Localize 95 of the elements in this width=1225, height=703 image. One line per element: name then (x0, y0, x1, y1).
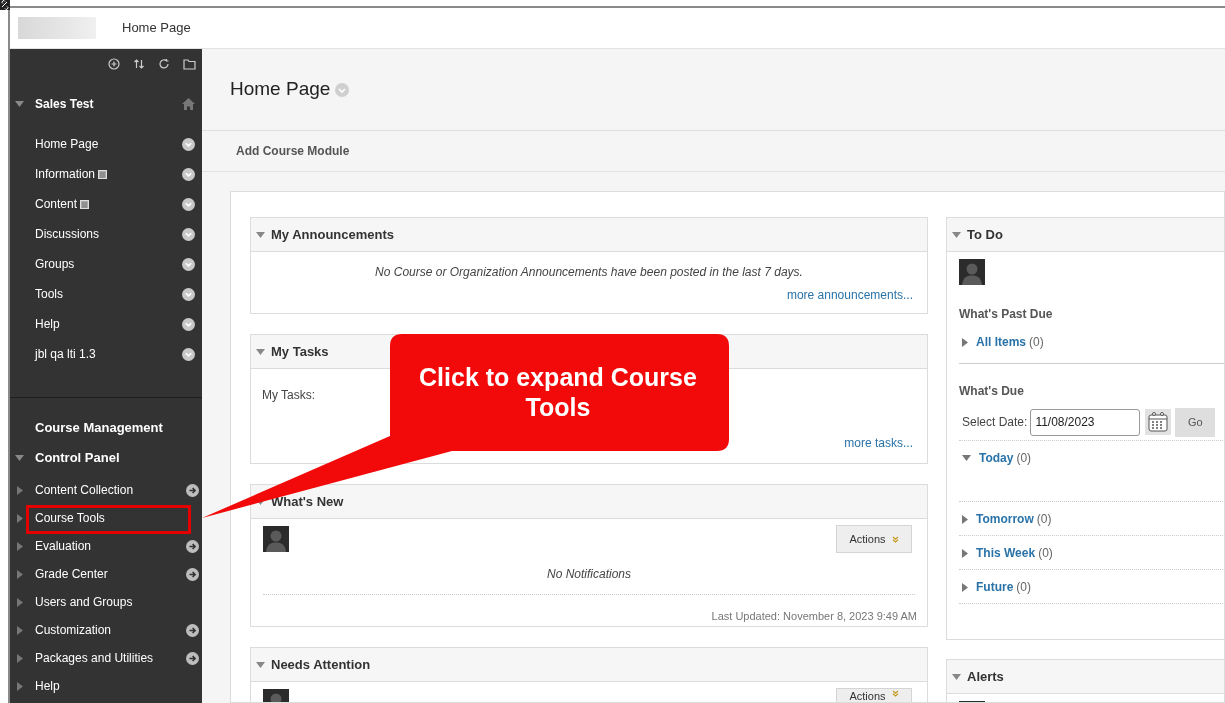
item-count: (0) (1029, 334, 1044, 351)
avatar-icon (959, 259, 985, 285)
arrow-circle-icon[interactable] (186, 483, 199, 497)
calendar-icon[interactable] (1145, 409, 1172, 435)
go-button[interactable]: Go (1175, 407, 1216, 437)
collapse-triangle-icon[interactable] (15, 455, 24, 461)
refresh-icon[interactable] (158, 58, 170, 70)
control-panel-item[interactable]: Packages and Utilities (35, 649, 154, 667)
callout-text: Click to expand Course Tools (418, 362, 698, 422)
due-group-link[interactable]: Today (979, 449, 1014, 467)
collapse-triangle-icon[interactable] (962, 455, 971, 461)
actions-button[interactable]: Actions (836, 525, 912, 553)
control-panel-item[interactable]: Grade Center (35, 565, 108, 583)
item-count: (0) (1016, 450, 1032, 467)
control-panel-item[interactable]: Users and Groups (35, 593, 133, 611)
add-module-button[interactable]: Add Course Module (236, 142, 350, 160)
module-title[interactable]: My Announcements (271, 224, 395, 245)
double-chevron-icon (891, 690, 899, 697)
breadcrumb-text[interactable]: Home Page (122, 18, 191, 38)
menu-chevron-icon[interactable] (182, 137, 195, 151)
arrow-circle-icon[interactable] (186, 567, 199, 581)
module-title[interactable]: To Do (967, 224, 1003, 245)
course-menu-item[interactable]: Help (35, 315, 60, 333)
menu-chevron-icon[interactable] (182, 257, 195, 271)
date-field[interactable]: 11/08/2023 (1030, 408, 1141, 436)
menu-chevron-icon[interactable] (182, 347, 195, 361)
module-title[interactable]: Alerts (967, 666, 1004, 687)
more-link[interactable]: more tasks... (844, 434, 913, 452)
expand-triangle-icon[interactable] (962, 582, 968, 592)
due-group-link[interactable]: Tomorrow (976, 510, 1034, 528)
empty-message: No Notifications (545, 566, 632, 583)
course-menu-item[interactable]: Information (35, 165, 96, 183)
arrow-circle-icon[interactable] (186, 539, 199, 553)
tasks-label: My Tasks: (262, 387, 317, 404)
course-title[interactable]: Sales Test (35, 95, 182, 113)
due-group-link[interactable]: Future (976, 578, 1014, 596)
add-icon[interactable] (108, 58, 120, 70)
due-group-link[interactable]: All Items (976, 333, 1026, 351)
module-title[interactable]: What's New (271, 491, 344, 512)
control-panel-item[interactable]: Customization (35, 621, 112, 639)
control-panel-item[interactable]: Course Tools (35, 509, 105, 527)
arrow-circle-icon[interactable] (186, 651, 199, 665)
expand-triangle-icon[interactable] (17, 653, 23, 663)
course-menu-item[interactable]: Discussions (35, 225, 100, 243)
menu-chevron-icon[interactable] (182, 227, 195, 241)
double-chevron-icon (891, 535, 899, 543)
expand-triangle-icon[interactable] (962, 548, 968, 558)
menu-chevron-icon[interactable] (182, 317, 195, 331)
expand-triangle-icon[interactable] (17, 597, 23, 607)
collapse-triangle-icon[interactable] (256, 661, 265, 668)
section-heading: What's Due (959, 383, 1025, 400)
expand-triangle-icon[interactable] (962, 514, 968, 524)
item-count: (0) (1016, 579, 1031, 596)
folder-icon[interactable] (183, 58, 196, 70)
expand-triangle-icon[interactable] (17, 625, 23, 635)
collapse-triangle-icon[interactable] (952, 231, 961, 238)
last-updated-text: Last Updated: November 8, 2023 9:49 AM (710, 609, 917, 624)
expand-triangle-icon[interactable] (17, 541, 23, 551)
page-title: Home Page (230, 77, 331, 102)
expand-triangle-icon[interactable] (17, 513, 23, 523)
course-menu-item[interactable]: Content (35, 195, 78, 213)
item-count: (0) (1038, 545, 1053, 562)
control-panel-item[interactable]: Evaluation (35, 537, 92, 555)
control-panel-item[interactable]: Content Collection (35, 481, 134, 499)
section-heading: What's Past Due (959, 306, 1054, 323)
due-group-link[interactable]: This Week (976, 544, 1036, 562)
control-panel-item[interactable]: Help (35, 677, 60, 695)
section-heading: Course Management (34, 419, 164, 438)
module-title[interactable]: My Tasks (271, 341, 329, 362)
control-panel-heading[interactable]: Control Panel (35, 448, 120, 468)
item-count: (0) (1036, 511, 1052, 528)
collapse-triangle-icon[interactable] (256, 231, 265, 238)
more-link[interactable]: more announcements... (786, 286, 913, 304)
expand-triangle-icon[interactable] (962, 337, 968, 347)
menu-chevron-icon[interactable] (182, 167, 195, 181)
course-menu-item[interactable]: Home Page (35, 135, 99, 153)
expand-triangle-icon[interactable] (17, 681, 23, 691)
date-label: Select Date: (962, 414, 1028, 431)
menu-chevron-icon[interactable] (182, 287, 195, 301)
menu-chevron-icon[interactable] (182, 197, 195, 211)
course-menu-item[interactable]: Groups (35, 255, 75, 273)
module-title[interactable]: Needs Attention (271, 654, 371, 675)
arrow-circle-icon[interactable] (186, 623, 199, 637)
home-icon[interactable] (182, 98, 195, 110)
empty-message: No Course or Organization Announcements have been posted in the last 7 days. (375, 264, 803, 281)
expand-triangle-icon[interactable] (17, 485, 23, 495)
actions-button[interactable]: Actions (836, 688, 912, 702)
collapse-triangle-icon[interactable] (15, 101, 24, 107)
expand-triangle-icon[interactable] (17, 569, 23, 579)
avatar-icon (263, 526, 289, 552)
collapse-triangle-icon[interactable] (952, 673, 961, 680)
sort-icon[interactable] (133, 58, 145, 70)
course-menu-item[interactable]: Tools (35, 285, 63, 303)
course-menu-item[interactable]: jbl qa lti 1.3 (35, 345, 96, 363)
collapse-triangle-icon[interactable] (256, 348, 265, 355)
